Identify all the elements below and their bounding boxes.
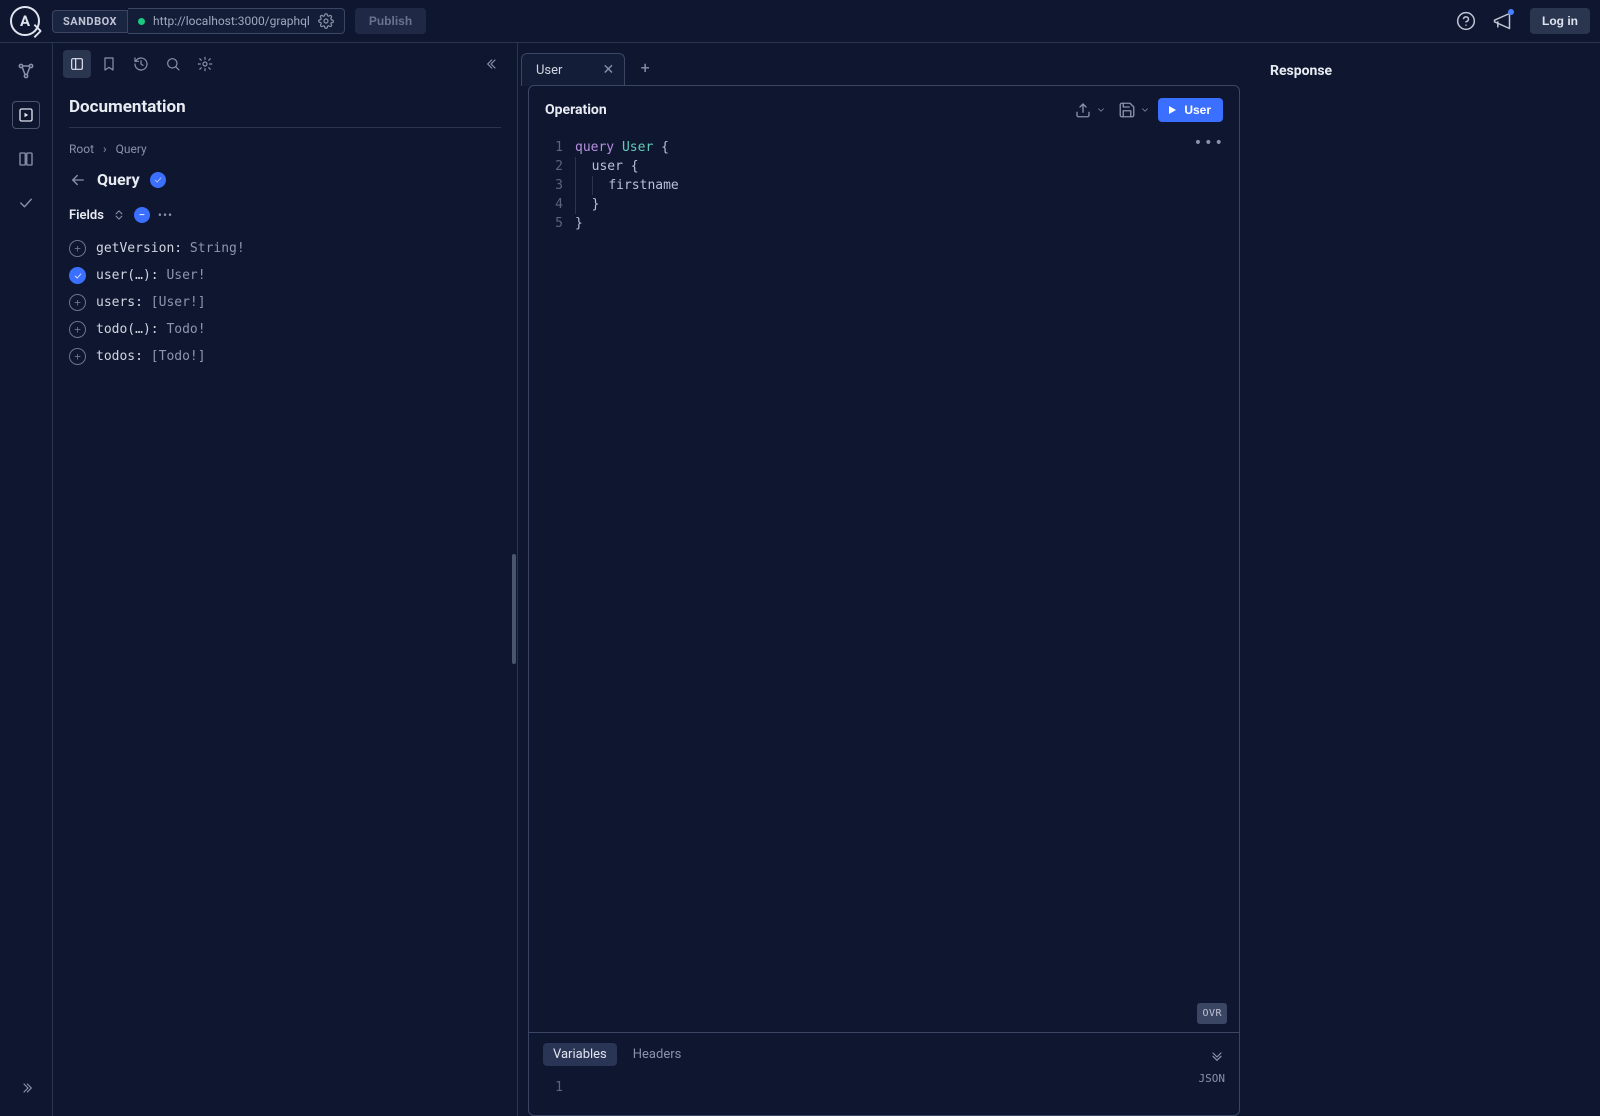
field-label: todo(…): Todo! xyxy=(96,322,206,337)
tab-headers[interactable]: Headers xyxy=(623,1043,692,1066)
operation-title: Operation xyxy=(545,102,1070,118)
login-button[interactable]: Log in xyxy=(1530,8,1590,34)
back-arrow-icon[interactable] xyxy=(69,171,87,189)
fields-label: Fields xyxy=(69,208,104,223)
tab-user[interactable]: User ✕ xyxy=(521,53,625,86)
type-header: Query xyxy=(53,156,517,199)
operation-editor: Operation User ••• 12345 query User { us… xyxy=(528,85,1240,1116)
field-row[interactable]: + todos: [Todo!] xyxy=(69,343,501,370)
code-content: query User { user { firstname } } xyxy=(575,138,1239,1028)
collapse-all-icon[interactable]: − xyxy=(134,207,150,223)
gear-icon[interactable] xyxy=(318,13,334,29)
vars-tabs: Variables Headers xyxy=(529,1033,1239,1076)
add-field-icon[interactable]: + xyxy=(69,321,86,338)
schema-icon[interactable] xyxy=(12,57,40,85)
field-row[interactable]: + users: [User!] xyxy=(69,289,501,316)
field-label: getVersion: String! xyxy=(96,241,245,256)
field-label: user(…): User! xyxy=(96,268,206,283)
add-field-icon[interactable]: + xyxy=(69,294,86,311)
check-icon[interactable] xyxy=(69,267,86,284)
play-icon xyxy=(1166,104,1178,116)
tab-bar: User ✕ + xyxy=(518,43,1250,85)
add-field-icon[interactable]: + xyxy=(69,240,86,257)
type-title: Query xyxy=(97,170,140,189)
field-label: users: [User!] xyxy=(96,295,206,310)
field-list: + getVersion: String! user(…): User! + users… xyxy=(53,231,517,374)
operation-header: Operation User xyxy=(529,86,1239,134)
apollo-logo[interactable]: A xyxy=(10,6,40,36)
run-button[interactable]: User xyxy=(1158,98,1223,122)
sort-icon[interactable] xyxy=(112,208,126,222)
help-icon[interactable] xyxy=(1456,11,1476,31)
breadcrumb-query[interactable]: Query xyxy=(116,142,147,156)
status-dot-icon xyxy=(138,18,145,25)
center-area: User ✕ + Operation User ••• 12345 xyxy=(518,43,1250,1116)
vars-gutter: 1 xyxy=(529,1080,575,1095)
history-icon[interactable] xyxy=(127,50,155,78)
diff-icon[interactable] xyxy=(12,145,40,173)
line-gutter: 12345 xyxy=(529,138,575,1028)
announcement-icon[interactable] xyxy=(1492,11,1512,31)
add-tab-icon[interactable]: + xyxy=(631,53,659,81)
documentation-title: Documentation xyxy=(69,85,501,128)
endpoint-url: http://localhost:3000/graphql xyxy=(153,14,310,28)
tab-variables[interactable]: Variables xyxy=(543,1043,617,1066)
chevron-down-icon[interactable] xyxy=(1096,105,1106,115)
expand-rail-icon[interactable] xyxy=(12,1074,40,1102)
checks-icon[interactable] xyxy=(12,189,40,217)
chevron-right-icon: › xyxy=(103,142,107,156)
more-icon[interactable]: ••• xyxy=(158,208,173,222)
notification-dot-icon xyxy=(1508,9,1514,15)
check-badge-icon xyxy=(150,172,166,188)
chevron-down-icon[interactable] xyxy=(1140,105,1150,115)
fields-header: Fields − ••• xyxy=(53,199,517,231)
overwrite-badge[interactable]: OVR xyxy=(1197,1003,1227,1024)
json-label: JSON xyxy=(1199,1072,1226,1085)
close-icon[interactable]: ✕ xyxy=(602,62,614,78)
sandbox-badge: SANDBOX xyxy=(52,10,128,33)
field-label: todos: [Todo!] xyxy=(96,349,206,364)
code-editor[interactable]: ••• 12345 query User { user { firstname … xyxy=(529,134,1239,1032)
save-icon[interactable] xyxy=(1118,101,1136,119)
publish-button[interactable]: Publish xyxy=(355,8,426,34)
resize-handle[interactable] xyxy=(512,554,516,664)
breadcrumb-root[interactable]: Root xyxy=(69,142,94,156)
tab-label: User xyxy=(536,63,562,78)
response-title: Response xyxy=(1270,63,1580,79)
settings-icon[interactable] xyxy=(191,50,219,78)
response-panel: Response xyxy=(1250,43,1600,1116)
field-row[interactable]: + todo(…): Todo! xyxy=(69,316,501,343)
share-icon[interactable] xyxy=(1074,101,1092,119)
variables-editor[interactable]: JSON 1 xyxy=(529,1076,1239,1115)
collapse-down-icon[interactable] xyxy=(1209,1047,1225,1063)
explorer-icon[interactable] xyxy=(12,101,40,129)
field-row[interactable]: + getVersion: String! xyxy=(69,235,501,262)
field-row[interactable]: user(…): User! xyxy=(69,262,501,289)
variables-panel: Variables Headers JSON 1 xyxy=(529,1032,1239,1115)
doc-toolbar xyxy=(53,43,517,85)
documentation-sidebar: Documentation Root › Query Query Fields … xyxy=(53,43,518,1116)
breadcrumb: Root › Query xyxy=(53,128,517,156)
search-icon[interactable] xyxy=(159,50,187,78)
endpoint-url-box[interactable]: http://localhost:3000/graphql xyxy=(128,8,345,34)
add-field-icon[interactable]: + xyxy=(69,348,86,365)
top-header: A SANDBOX http://localhost:3000/graphql … xyxy=(0,0,1600,43)
bookmark-icon[interactable] xyxy=(95,50,123,78)
docs-panel-icon[interactable] xyxy=(63,50,91,78)
more-options-icon[interactable]: ••• xyxy=(1194,134,1225,153)
left-rail xyxy=(0,43,53,1116)
run-button-label: User xyxy=(1184,103,1211,117)
collapse-sidebar-icon[interactable] xyxy=(479,50,507,78)
